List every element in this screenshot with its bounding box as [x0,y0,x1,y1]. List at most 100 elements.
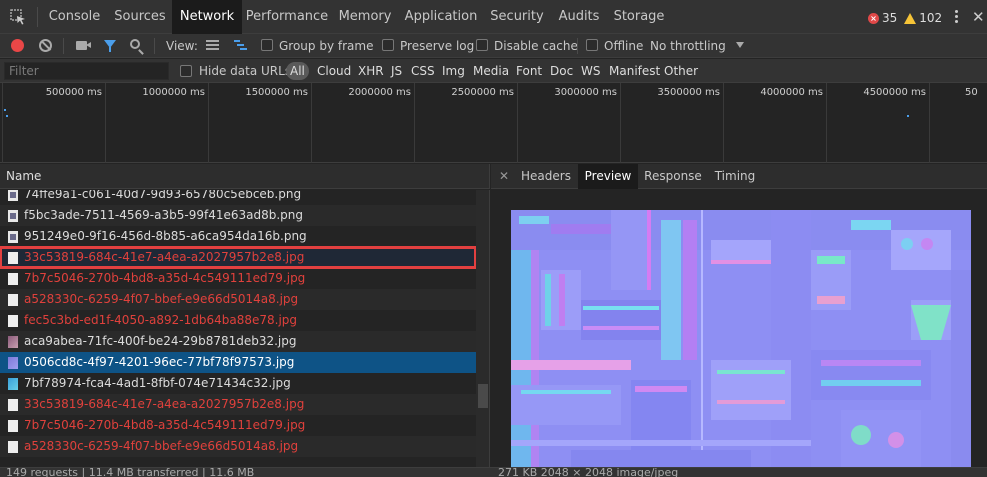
chevron-down-icon[interactable] [736,42,744,48]
devtools-tab-bar: Console Sources Network Performance Memo… [0,0,987,34]
record-button[interactable] [11,39,24,52]
filter-type-xhr[interactable]: XHR [358,59,384,83]
offline-label: Offline [604,39,644,53]
request-mark [6,115,8,117]
tab-network[interactable]: Network [172,0,242,34]
request-row[interactable]: a528330c-6259-4f07-bbef-e9e66d5014a8.jpg [0,289,476,310]
request-row[interactable]: a528330c-6259-4f07-bbef-e9e66d5014a8.jpg [0,436,476,457]
tick-label: 1000000 ms [142,87,205,98]
preview-info: 271 KB 2048 × 2048 image/jpeg [498,467,679,477]
inspect-element-icon[interactable] [10,9,26,25]
tab-sources[interactable]: Sources [108,0,172,34]
request-name: 33c53819-684c-41e7-a4ea-a2027957b2e8.jpg [24,397,305,411]
disable-cache-label: Disable cache [494,39,578,53]
capture-screenshots-icon[interactable] [76,41,91,50]
filter-type-img[interactable]: Img [442,59,465,83]
request-name: 0506cd8c-4f97-4201-96ec-77bf78f97573.jpg [24,355,295,369]
filter-type-manifest[interactable]: Manifest [609,59,660,83]
filter-type-doc[interactable]: Doc [550,59,573,83]
tab-performance[interactable]: Performance [242,0,332,34]
request-mark [4,109,6,111]
filter-type-all[interactable]: All [286,62,309,80]
tab-headers[interactable]: Headers [516,164,576,189]
tick-label: 500000 ms [45,87,102,98]
more-options-icon[interactable] [955,10,959,25]
filter-input[interactable] [4,62,169,80]
request-row[interactable]: 33c53819-684c-41e7-a4ea-a2027957b2e8.jpg [0,394,476,415]
disable-cache-checkbox[interactable] [476,39,488,51]
request-mark [907,115,909,117]
name-column-header[interactable]: Name [0,164,490,189]
search-icon[interactable] [130,39,140,49]
clear-icon[interactable] [39,39,52,52]
tab-application[interactable]: Application [398,0,484,34]
request-row[interactable]: aca9abea-71fc-400f-be24-29b8781deb32.jpg [0,331,476,352]
warning-count: 102 [919,11,943,25]
hide-data-urls-checkbox[interactable] [180,65,192,77]
request-row[interactable]: 7b7c5046-270b-4bd8-a35d-4c549111ed79.jpg [0,268,476,289]
filter-type-ws[interactable]: WS [581,59,600,83]
overview-icon[interactable] [234,40,247,51]
tick-label: 1500000 ms [245,87,308,98]
filter-type-cloud[interactable]: Cloud [317,59,351,83]
file-icon [8,441,18,453]
request-name: 33c53819-684c-41e7-a4ea-a2027957b2e8.jpg [24,250,305,264]
preview-pane [491,190,987,467]
group-by-frame-checkbox[interactable] [261,39,273,51]
request-name: a528330c-6259-4f07-bbef-e9e66d5014a8.jpg [24,292,299,306]
request-name: aca9abea-71fc-400f-be24-29b8781deb32.jpg [24,334,297,348]
tab-preview[interactable]: Preview [578,164,638,189]
preserve-log-checkbox[interactable] [382,39,394,51]
image-thumbnail-icon [8,336,18,348]
tab-memory[interactable]: Memory [332,0,398,34]
request-name: f5bc3ade-7511-4569-a3b5-99f41e63ad8b.png [24,208,303,222]
divider [37,7,38,27]
error-count: 35 [882,11,898,25]
file-icon [8,294,18,306]
tick-label: 4000000 ms [760,87,823,98]
network-overview-timeline[interactable]: 500000 ms 1000000 ms 1500000 ms 2000000 … [0,83,987,163]
tab-console[interactable]: Console [41,0,108,34]
request-row-selected[interactable]: 0506cd8c-4f97-4201-96ec-77bf78f97573.jpg [0,352,476,373]
tab-audits[interactable]: Audits [550,0,608,34]
request-list: 74ffe9a1-c061-40d7-9d93-65780c5ebceb.png… [0,190,476,467]
request-row[interactable]: 951249e0-9f16-456d-8b85-a6ca954da16b.png [0,226,476,247]
request-row[interactable]: f5bc3ade-7511-4569-a3b5-99f41e63ad8b.png [0,205,476,226]
file-icon [8,399,18,411]
warning-icon [904,12,917,24]
console-counts[interactable]: × 35 102 [868,10,942,26]
tick-label: 3000000 ms [554,87,617,98]
tab-response[interactable]: Response [640,164,706,189]
tab-security[interactable]: Security [484,0,550,34]
filter-type-other[interactable]: Other [664,59,698,83]
tick-label: 2500000 ms [451,87,514,98]
tab-timing[interactable]: Timing [708,164,762,189]
filter-type-font[interactable]: Font [516,59,542,83]
image-file-icon [8,210,18,222]
request-row[interactable]: 74ffe9a1-c061-40d7-9d93-65780c5ebceb.png [0,190,476,205]
tick-label: 4500000 ms [863,87,926,98]
filter-type-css[interactable]: CSS [411,59,435,83]
offline-checkbox[interactable] [586,39,598,51]
request-list-scrollbar[interactable] [476,190,490,467]
request-row-highlighted[interactable]: 33c53819-684c-41e7-a4ea-a2027957b2e8.jpg [0,246,476,269]
request-row[interactable]: fec5c3bd-ed1f-4050-a892-1db64ba88e78.jpg [0,310,476,331]
filter-icon[interactable] [104,40,116,52]
status-bar: 149 requests | 11.4 MB transferred | 11.… [0,467,987,477]
file-icon [8,420,18,432]
tick-label: 3500000 ms [657,87,720,98]
filter-bar: Hide data URLs All Cloud XHR JS CSS Img … [0,59,987,83]
request-row[interactable]: 7bf78974-fca4-4ad1-8fbf-074e71434c32.jpg [0,373,476,394]
filter-type-media[interactable]: Media [473,59,509,83]
status-text: 149 requests | 11.4 MB transferred | 11.… [6,467,255,477]
request-row[interactable]: 7b7c5046-270b-4bd8-a35d-4c549111ed79.jpg [0,415,476,436]
tab-storage[interactable]: Storage [608,0,670,34]
large-rows-icon[interactable] [206,40,219,51]
normal-map-preview-image [511,210,971,467]
filter-type-js[interactable]: JS [391,59,402,83]
request-name: 7b7c5046-270b-4bd8-a35d-4c549111ed79.jpg [24,271,306,285]
scrollbar-thumb[interactable] [478,384,488,408]
throttling-select[interactable]: No throttling [650,34,726,58]
close-devtools-icon[interactable]: ✕ [972,8,985,26]
close-details-icon[interactable]: ✕ [499,169,509,183]
